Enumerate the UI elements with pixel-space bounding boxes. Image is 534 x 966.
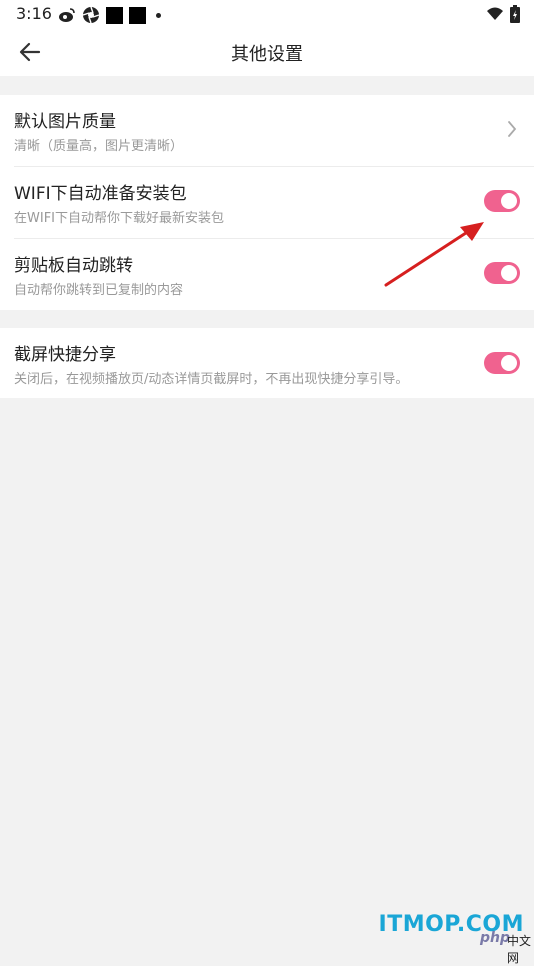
setting-title: WIFI下自动准备安装包 — [14, 184, 187, 204]
setting-title: 剪贴板自动跳转 — [14, 256, 133, 276]
setting-subtitle: 自动帮你跳转到已复制的内容 — [14, 283, 184, 298]
notification-icons — [58, 6, 161, 24]
app-notification-icon — [129, 6, 146, 24]
setting-subtitle: 关闭后，在视频播放页/动态详情页截屏时，不再出现快捷分享引导。 — [14, 372, 409, 387]
screenshot-share-toggle[interactable] — [484, 352, 520, 374]
toggle-knob — [501, 265, 517, 281]
toggle-knob — [501, 193, 517, 209]
app-bar: 其他设置 — [0, 28, 534, 76]
wifi-icon — [487, 7, 503, 20]
page-title: 其他设置 — [231, 44, 303, 65]
app-notification-icon — [106, 6, 123, 24]
setting-title: 截屏快捷分享 — [14, 345, 116, 365]
battery-icon — [510, 5, 520, 23]
setting-screenshot-share: 截屏快捷分享 关闭后，在视频播放页/动态详情页截屏时，不再出现快捷分享引导。 — [0, 328, 534, 400]
setting-image-quality[interactable]: 默认图片质量 清晰（质量高，图片更清晰） — [0, 95, 534, 167]
annotation-arrow-icon — [384, 222, 484, 287]
chevron-right-icon — [508, 121, 517, 137]
aperture-icon — [82, 6, 100, 24]
setting-title: 默认图片质量 — [14, 112, 116, 132]
toggle-knob — [501, 355, 517, 371]
wifi-auto-prepare-toggle[interactable] — [484, 190, 520, 212]
watermark-cn: 中文网 — [507, 934, 532, 965]
status-time: 3:16 — [16, 4, 52, 23]
watermark-php: php — [480, 930, 511, 946]
more-notifications-icon — [156, 12, 161, 18]
status-bar: 3:16 — [0, 0, 534, 28]
weibo-icon — [59, 8, 75, 22]
settings-card-share: 截屏快捷分享 关闭后，在视频播放页/动态详情页截屏时，不再出现快捷分享引导。 — [0, 328, 534, 398]
setting-subtitle: 清晰（质量高，图片更清晰） — [14, 139, 184, 154]
system-icons — [486, 5, 520, 23]
setting-subtitle: 在WIFI下自动帮你下载好最新安装包 — [14, 211, 224, 226]
